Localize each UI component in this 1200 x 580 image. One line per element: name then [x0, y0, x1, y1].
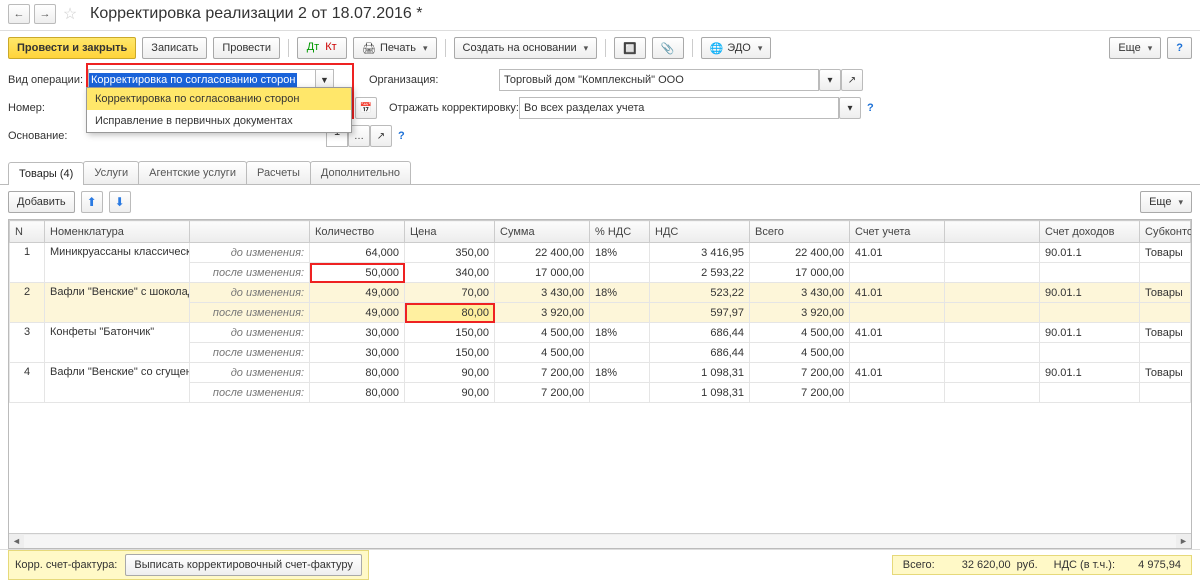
- op-type-label: Вид операции:: [8, 74, 88, 86]
- col-total[interactable]: Всего: [750, 221, 850, 243]
- more-button[interactable]: Еще: [1109, 37, 1161, 59]
- currency-label: руб.: [1017, 559, 1038, 571]
- goods-table[interactable]: N Номенклатура Количество Цена Сумма % Н…: [9, 220, 1191, 403]
- number-label: Номер:: [8, 102, 88, 114]
- tab-goods[interactable]: Товары (4): [8, 162, 84, 185]
- vat-label: НДС (в т.ч.):: [1054, 559, 1115, 571]
- printer-icon: 🖨: [362, 42, 376, 55]
- help-button[interactable]: ?: [1167, 37, 1192, 59]
- op-option-2[interactable]: Исправление в первичных документах: [87, 110, 351, 132]
- col-price[interactable]: Цена: [405, 221, 495, 243]
- table-row[interactable]: 2 Вафли "Венские" с шоколадом... до изме…: [10, 283, 1191, 303]
- reflect-field[interactable]: [519, 97, 839, 119]
- basis-open-btn[interactable]: ↗: [370, 125, 392, 147]
- create-based-on-button[interactable]: Создать на основании: [454, 37, 598, 59]
- total-label: Всего:: [903, 559, 935, 571]
- org-open-btn[interactable]: ↗: [841, 69, 863, 91]
- tab-agency[interactable]: Агентские услуги: [138, 161, 247, 184]
- op-type-value: Корректировка по согласованию сторон: [89, 73, 297, 87]
- col-vatpercent[interactable]: % НДС: [590, 221, 650, 243]
- move-down-button[interactable]: ⬇: [109, 191, 131, 213]
- col-account[interactable]: Счет учета: [850, 221, 945, 243]
- col-account2[interactable]: [945, 221, 1040, 243]
- attach-button[interactable]: 📎: [652, 37, 684, 59]
- vat-value: 4 975,94: [1121, 559, 1181, 571]
- page-title: Корректировка реализации 2 от 18.07.2016…: [90, 5, 422, 23]
- col-sum[interactable]: Сумма: [495, 221, 590, 243]
- org-dropdown-btn[interactable]: ▾: [819, 69, 841, 91]
- total-value: 32 620,00: [941, 559, 1011, 571]
- col-nomenclature[interactable]: Номенклатура: [45, 221, 190, 243]
- edo-button[interactable]: 🌐ЭДО: [701, 37, 772, 59]
- table-row[interactable]: 4 Вафли "Венские" со сгущенным молоком..…: [10, 363, 1191, 383]
- horizontal-scrollbar[interactable]: ◄►: [9, 533, 1191, 548]
- print-label: Печать: [380, 42, 416, 54]
- col-income[interactable]: Счет доходов: [1040, 221, 1140, 243]
- issue-corr-invoice-button[interactable]: Выписать корректировочный счет-фактуру: [125, 554, 362, 576]
- edo-label: ЭДО: [727, 42, 751, 54]
- tab-extra[interactable]: Дополнительно: [310, 161, 411, 184]
- table-row[interactable]: 3 Конфеты "Батончик" до изменения: 30,00…: [10, 323, 1191, 343]
- tab-services[interactable]: Услуги: [83, 161, 139, 184]
- globe-icon: 🌐: [710, 42, 724, 55]
- op-option-1[interactable]: Корректировка по согласованию сторон: [87, 88, 351, 110]
- organization-field[interactable]: [499, 69, 819, 91]
- favorite-icon[interactable]: ☆: [60, 4, 80, 24]
- basis-label: Основание:: [8, 130, 88, 142]
- calendar-icon[interactable]: 📅: [355, 97, 377, 119]
- move-up-button[interactable]: ⬆: [81, 191, 103, 213]
- post-and-close-button[interactable]: Провести и закрыть: [8, 37, 136, 59]
- back-button[interactable]: ←: [8, 4, 30, 24]
- col-n[interactable]: N: [10, 221, 45, 243]
- col-vat[interactable]: НДС: [650, 221, 750, 243]
- add-row-button[interactable]: Добавить: [8, 191, 75, 213]
- forward-button[interactable]: →: [34, 4, 56, 24]
- col-change: [190, 221, 310, 243]
- structure-button[interactable]: 🔲: [614, 37, 646, 59]
- totals-panel: Всего: 32 620,00 руб. НДС (в т.ч.): 4 97…: [892, 555, 1192, 575]
- dt-kt-button[interactable]: ДтКт: [297, 37, 347, 59]
- org-label: Организация:: [369, 74, 499, 86]
- reflect-label: Отражать корректировку:: [389, 102, 519, 114]
- corr-invoice-label: Корр. счет-фактура:: [15, 559, 117, 571]
- tab-calc[interactable]: Расчеты: [246, 161, 311, 184]
- basis-help-icon[interactable]: ?: [398, 130, 405, 142]
- tab-more-button[interactable]: Еще: [1140, 191, 1192, 213]
- col-subconto[interactable]: Субконто: [1140, 221, 1191, 243]
- table-row[interactable]: 1 Миникруассаны классические до изменени…: [10, 243, 1191, 263]
- op-type-dropdown: Корректировка по согласованию сторон Исп…: [86, 87, 352, 133]
- print-button[interactable]: 🖨 Печать: [353, 37, 437, 59]
- save-button[interactable]: Записать: [142, 37, 207, 59]
- help-hint-icon[interactable]: ?: [867, 102, 874, 114]
- reflect-dropdown-btn[interactable]: ▾: [839, 97, 861, 119]
- col-qty[interactable]: Количество: [310, 221, 405, 243]
- post-button[interactable]: Провести: [213, 37, 280, 59]
